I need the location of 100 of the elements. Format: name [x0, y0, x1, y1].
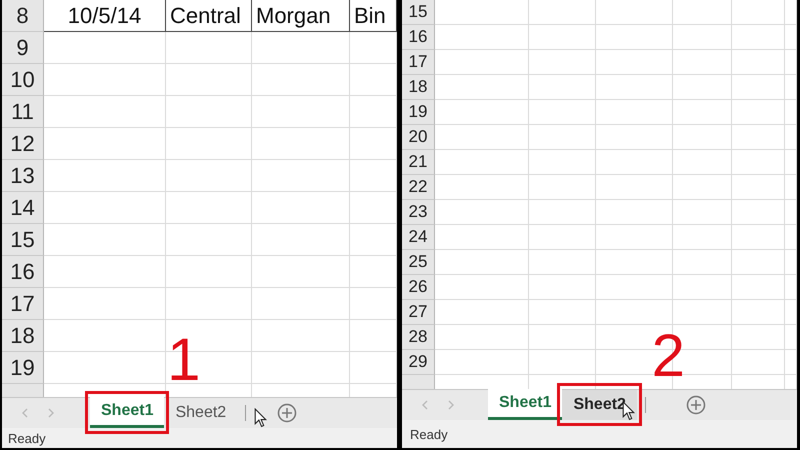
- sheet-tab[interactable]: Sheet1: [488, 389, 562, 420]
- row-header: 17: [2, 288, 44, 320]
- row-header: 21: [402, 150, 435, 175]
- table-cell: [673, 50, 732, 75]
- table-cell: [529, 275, 596, 300]
- row-header: 14: [2, 192, 44, 224]
- table-cell: Central: [166, 0, 252, 32]
- scroll-right-icon[interactable]: [48, 408, 54, 418]
- scroll-left-icon[interactable]: [22, 408, 28, 418]
- table-cell: [529, 125, 596, 150]
- row-header: 8: [2, 0, 44, 32]
- status-text: Ready: [8, 430, 46, 446]
- table-cell: [673, 225, 732, 250]
- table-cell: [732, 300, 785, 325]
- table-cell: [673, 100, 732, 125]
- table-cell: [785, 75, 797, 100]
- row-header: 15: [402, 0, 435, 25]
- table-cell: [785, 325, 797, 350]
- table-cell: [785, 50, 797, 75]
- row-header: 19: [402, 100, 435, 125]
- table-cell: [785, 150, 797, 175]
- table-cell: [732, 125, 785, 150]
- table-cell: [529, 200, 596, 225]
- table-cell: [529, 300, 596, 325]
- table-cell: [732, 325, 785, 350]
- table-cell: [350, 32, 397, 64]
- table-cell: [350, 352, 397, 384]
- row-header: 27: [402, 300, 435, 325]
- table-cell: [529, 325, 596, 350]
- row-header: 10: [2, 64, 44, 96]
- row-header: 12: [2, 128, 44, 160]
- table-cell: [673, 175, 732, 200]
- row-header: 17: [402, 50, 435, 75]
- table-cell: [732, 25, 785, 50]
- row-header: 18: [2, 320, 44, 352]
- table-cell: [732, 100, 785, 125]
- sheet-tab[interactable]: Sheet1: [90, 397, 164, 428]
- table-cell: Morgan: [252, 0, 350, 32]
- sheet-tab[interactable]: Sheet2: [164, 398, 238, 428]
- table-cell: [732, 275, 785, 300]
- row-header: 18: [402, 75, 435, 100]
- table-cell: [732, 175, 785, 200]
- table-cell: [529, 250, 596, 275]
- table-cell: [732, 150, 785, 175]
- table-cell: [350, 160, 397, 192]
- table-cell: [529, 150, 596, 175]
- table-cell: [785, 350, 797, 375]
- row-header: 23: [402, 200, 435, 225]
- table-cell: [732, 350, 785, 375]
- row-header: 11: [2, 96, 44, 128]
- pointer-icon: [254, 408, 268, 428]
- table-cell: [529, 50, 596, 75]
- row-header: 25: [402, 250, 435, 275]
- status-text: Ready: [410, 426, 448, 442]
- row-header: 26: [402, 275, 435, 300]
- row-header: 28: [402, 325, 435, 350]
- table-cell: [785, 225, 797, 250]
- table-cell: [529, 0, 596, 25]
- table-cell: [673, 275, 732, 300]
- table-cell: [785, 300, 797, 325]
- table-cell: [350, 320, 397, 352]
- table-cell: [529, 350, 596, 375]
- add-sheet-icon[interactable]: [686, 395, 706, 415]
- table-cell: [673, 0, 732, 25]
- table-cell: [529, 100, 596, 125]
- add-sheet-icon[interactable]: [277, 403, 298, 423]
- table-cell: [732, 250, 785, 275]
- scroll-left-icon[interactable]: [422, 400, 428, 410]
- table-cell: [350, 96, 397, 128]
- table-cell: [350, 288, 397, 320]
- table-cell: [785, 275, 797, 300]
- step-number: 2: [652, 326, 685, 386]
- table-cell: [732, 0, 785, 25]
- step-number: 1: [167, 330, 200, 390]
- row-header: 24: [402, 225, 435, 250]
- table-cell: [350, 64, 397, 96]
- table-cell: [732, 200, 785, 225]
- table-cell: [785, 250, 797, 275]
- table-cell: [350, 192, 397, 224]
- table-cell: [785, 175, 797, 200]
- table-cell: [785, 25, 797, 50]
- table-cell: [785, 125, 797, 150]
- row-header: 19: [2, 352, 44, 384]
- scroll-right-icon[interactable]: [448, 400, 454, 410]
- table-cell: [350, 128, 397, 160]
- table-cell: [673, 300, 732, 325]
- table-cell: [785, 0, 797, 25]
- row-header: 9: [2, 32, 44, 64]
- table-cell: [673, 200, 732, 225]
- table-cell: [350, 224, 397, 256]
- table-cell: [529, 225, 596, 250]
- table-cell: [673, 150, 732, 175]
- table-cell: [673, 250, 732, 275]
- row-header: 29: [402, 350, 435, 375]
- table-cell: [529, 25, 596, 50]
- table-cell: [673, 125, 732, 150]
- table-cell: [732, 75, 785, 100]
- table-cell: [732, 50, 785, 75]
- table-cell: [673, 75, 732, 100]
- table-cell: [785, 200, 797, 225]
